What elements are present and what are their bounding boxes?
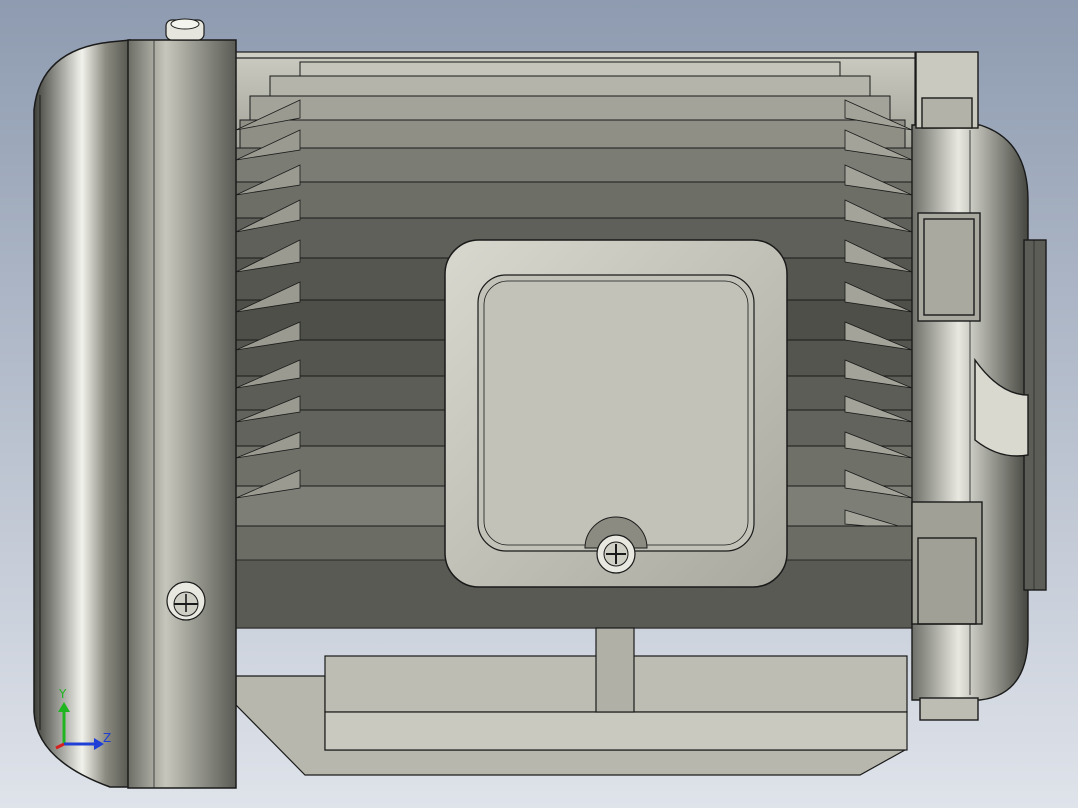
front-endcap — [33, 39, 131, 788]
cad-viewport[interactable]: Y Z — [0, 0, 1078, 808]
terminal-box — [444, 239, 788, 588]
motor-drawing — [0, 0, 1078, 808]
flange-ring — [127, 18, 237, 789]
triad-y-label: Y — [59, 687, 67, 701]
triad-z-label: Z — [103, 731, 112, 745]
